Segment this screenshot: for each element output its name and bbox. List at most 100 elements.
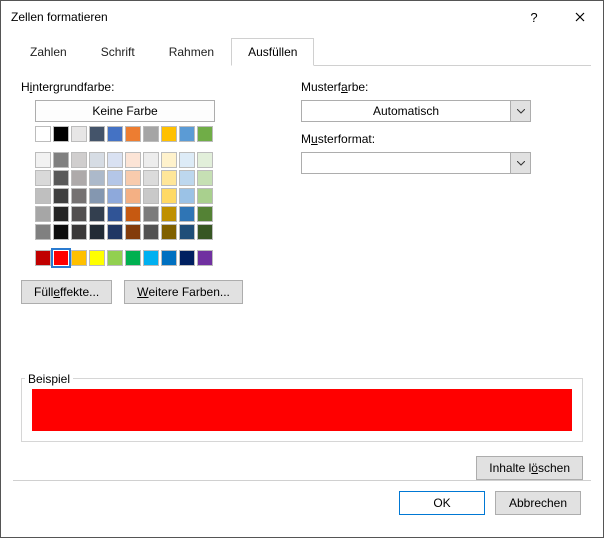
color-swatch[interactable] bbox=[197, 126, 213, 142]
color-swatch[interactable] bbox=[143, 188, 159, 204]
pattern-format-label: Musterformat: bbox=[301, 132, 583, 146]
color-swatch[interactable] bbox=[53, 152, 69, 168]
tab-fill[interactable]: Ausfüllen bbox=[231, 38, 314, 66]
color-swatch[interactable] bbox=[89, 188, 105, 204]
color-swatch[interactable] bbox=[161, 170, 177, 186]
color-swatch[interactable] bbox=[125, 126, 141, 142]
color-swatch[interactable] bbox=[107, 126, 123, 142]
color-swatch[interactable] bbox=[125, 152, 141, 168]
chevron-down-icon bbox=[510, 153, 530, 173]
color-swatch[interactable] bbox=[71, 250, 87, 266]
pattern-color-label: Musterfarbe: bbox=[301, 80, 583, 94]
color-swatch[interactable] bbox=[53, 206, 69, 222]
color-swatch[interactable] bbox=[35, 224, 51, 240]
color-swatch[interactable] bbox=[53, 126, 69, 142]
color-swatch[interactable] bbox=[35, 170, 51, 186]
titlebar: Zellen formatieren ? bbox=[1, 1, 603, 33]
color-swatch[interactable] bbox=[89, 224, 105, 240]
color-swatch[interactable] bbox=[35, 126, 51, 142]
tab-border[interactable]: Rahmen bbox=[152, 38, 231, 66]
close-button[interactable] bbox=[557, 1, 603, 33]
cancel-button[interactable]: Abbrechen bbox=[495, 491, 581, 515]
color-swatch[interactable] bbox=[161, 224, 177, 240]
color-swatch[interactable] bbox=[53, 250, 69, 266]
dialog-footer: OK Abbrechen bbox=[13, 480, 591, 525]
pattern-format-dropdown[interactable] bbox=[301, 152, 531, 174]
color-swatch[interactable] bbox=[107, 188, 123, 204]
color-swatch[interactable] bbox=[89, 250, 105, 266]
clear-contents-button[interactable]: Inhalte löschen bbox=[476, 456, 583, 480]
color-swatch[interactable] bbox=[143, 152, 159, 168]
color-swatch[interactable] bbox=[161, 152, 177, 168]
color-swatch[interactable] bbox=[71, 170, 87, 186]
help-button[interactable]: ? bbox=[511, 1, 557, 33]
color-swatch[interactable] bbox=[125, 206, 141, 222]
color-swatch[interactable] bbox=[107, 152, 123, 168]
color-swatch[interactable] bbox=[179, 206, 195, 222]
color-swatch[interactable] bbox=[161, 188, 177, 204]
color-swatch[interactable] bbox=[53, 188, 69, 204]
color-swatch[interactable] bbox=[53, 224, 69, 240]
example-label: Beispiel bbox=[25, 372, 73, 386]
color-swatch[interactable] bbox=[125, 250, 141, 266]
chevron-down-icon bbox=[510, 101, 530, 121]
color-swatch[interactable] bbox=[179, 224, 195, 240]
more-colors-button[interactable]: Weitere Farben... bbox=[124, 280, 243, 304]
color-swatch[interactable] bbox=[179, 126, 195, 142]
color-swatch[interactable] bbox=[179, 188, 195, 204]
color-swatch[interactable] bbox=[197, 250, 213, 266]
tab-font[interactable]: Schrift bbox=[84, 38, 152, 66]
color-swatch[interactable] bbox=[125, 188, 141, 204]
color-swatch[interactable] bbox=[107, 170, 123, 186]
color-swatch[interactable] bbox=[161, 250, 177, 266]
color-swatch[interactable] bbox=[89, 126, 105, 142]
color-swatch[interactable] bbox=[107, 224, 123, 240]
color-swatch[interactable] bbox=[35, 152, 51, 168]
color-swatch[interactable] bbox=[197, 206, 213, 222]
ok-button[interactable]: OK bbox=[399, 491, 485, 515]
format-cells-dialog: Zellen formatieren ? Zahlen Schrift Rahm… bbox=[0, 0, 604, 538]
color-swatch[interactable] bbox=[197, 170, 213, 186]
color-swatch[interactable] bbox=[71, 224, 87, 240]
color-swatch[interactable] bbox=[89, 206, 105, 222]
color-swatch[interactable] bbox=[143, 126, 159, 142]
color-swatch[interactable] bbox=[125, 170, 141, 186]
color-swatch[interactable] bbox=[125, 224, 141, 240]
color-swatch[interactable] bbox=[35, 206, 51, 222]
color-swatch[interactable] bbox=[161, 126, 177, 142]
color-swatch[interactable] bbox=[35, 188, 51, 204]
pattern-color-value: Automatisch bbox=[302, 104, 510, 118]
color-swatch[interactable] bbox=[197, 188, 213, 204]
color-swatch[interactable] bbox=[179, 152, 195, 168]
color-swatch[interactable] bbox=[71, 206, 87, 222]
color-swatch[interactable] bbox=[179, 170, 195, 186]
color-swatch[interactable] bbox=[197, 152, 213, 168]
color-swatch[interactable] bbox=[161, 206, 177, 222]
example-box bbox=[21, 378, 583, 442]
color-swatch[interactable] bbox=[179, 250, 195, 266]
example-preview bbox=[32, 389, 572, 431]
pattern-color-dropdown[interactable]: Automatisch bbox=[301, 100, 531, 122]
color-swatch[interactable] bbox=[89, 152, 105, 168]
tabstrip: Zahlen Schrift Rahmen Ausfüllen bbox=[13, 37, 591, 66]
background-color-label: Hintergrundfarbe: bbox=[21, 80, 261, 94]
tab-number[interactable]: Zahlen bbox=[13, 38, 84, 66]
color-swatch[interactable] bbox=[143, 224, 159, 240]
color-swatch[interactable] bbox=[71, 188, 87, 204]
color-palette bbox=[35, 126, 261, 266]
fill-effects-button[interactable]: Fülleffekte... bbox=[21, 280, 112, 304]
window-title: Zellen formatieren bbox=[11, 10, 511, 24]
color-swatch[interactable] bbox=[53, 170, 69, 186]
close-icon bbox=[575, 12, 585, 22]
color-swatch[interactable] bbox=[197, 224, 213, 240]
color-swatch[interactable] bbox=[143, 170, 159, 186]
color-swatch[interactable] bbox=[71, 152, 87, 168]
color-swatch[interactable] bbox=[35, 250, 51, 266]
no-color-button[interactable]: Keine Farbe bbox=[35, 100, 215, 122]
color-swatch[interactable] bbox=[107, 206, 123, 222]
color-swatch[interactable] bbox=[71, 126, 87, 142]
color-swatch[interactable] bbox=[107, 250, 123, 266]
color-swatch[interactable] bbox=[143, 250, 159, 266]
color-swatch[interactable] bbox=[89, 170, 105, 186]
color-swatch[interactable] bbox=[143, 206, 159, 222]
